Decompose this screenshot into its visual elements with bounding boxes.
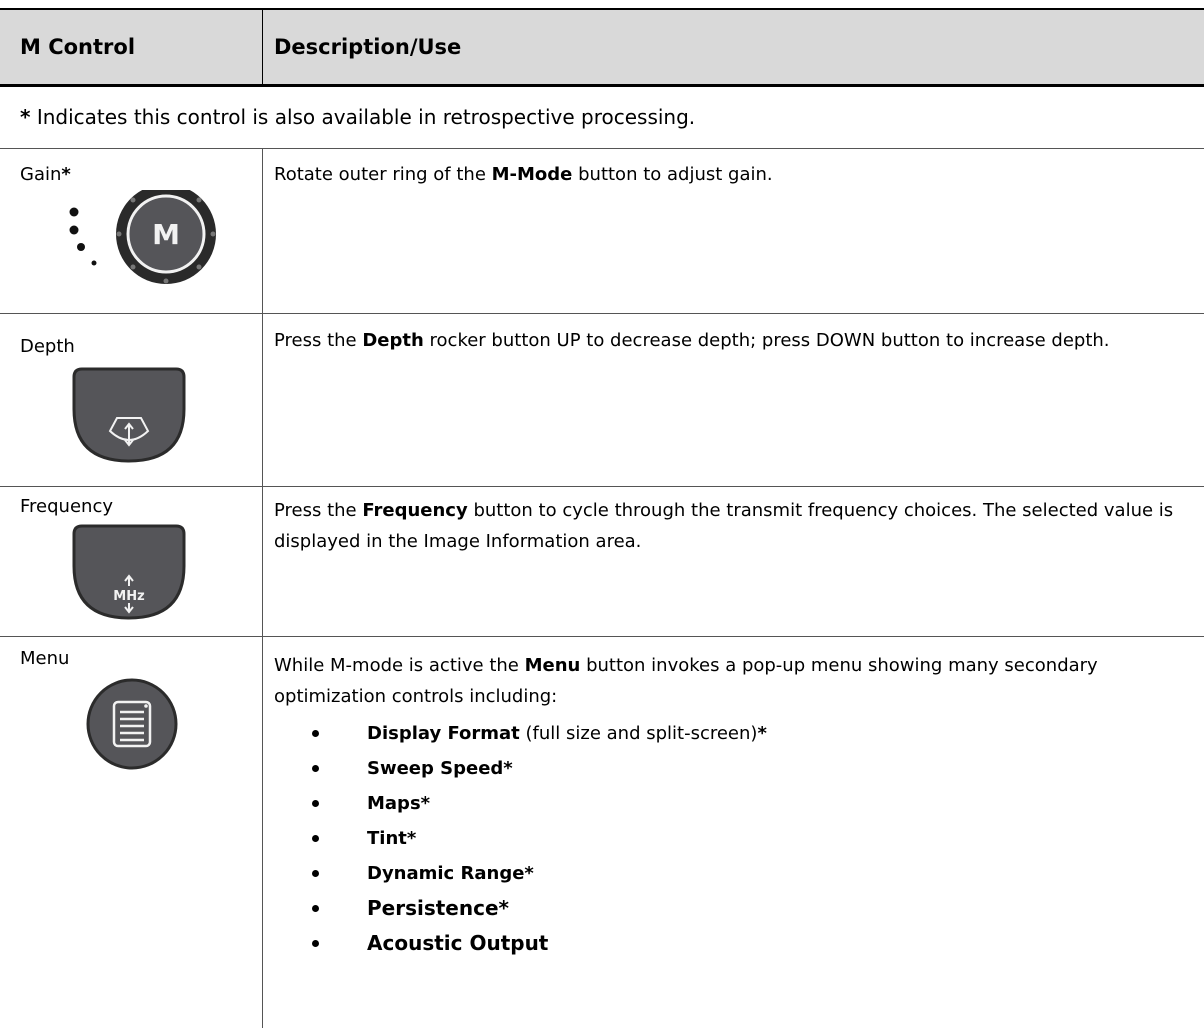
note-text: Indicates this control is also available…: [30, 105, 696, 129]
desc-text: Press the: [274, 500, 363, 521]
control-name-frequency: Frequency: [20, 496, 113, 517]
control-name-gain: Gain*: [20, 162, 71, 188]
depth-rocker-icon: [72, 367, 186, 463]
m-mode-knob-icon: M: [69, 190, 216, 284]
bullet-plain: (full size and split-screen): [519, 723, 758, 744]
desc-text: Rotate outer ring of the: [274, 164, 492, 185]
bullet-bold: Display Format: [367, 723, 520, 744]
desc-frequency: Press the Frequency button to cycle thro…: [274, 495, 1192, 557]
desc-text: While M-mode is active the: [274, 655, 525, 676]
desc-gain: Rotate outer ring of the M-Mode button t…: [274, 159, 1192, 190]
desc-depth: Press the Depth rocker button UP to decr…: [274, 325, 1192, 356]
gain-label: Gain: [20, 164, 62, 185]
table-note: * Indicates this control is also availab…: [20, 103, 695, 131]
list-item: Display Format (full size and split-scre…: [274, 716, 767, 751]
row-separator: [0, 313, 1204, 314]
column-divider: [262, 148, 263, 1028]
control-name-depth: Depth: [20, 336, 75, 357]
bullet-asterisk: *: [757, 723, 767, 744]
row-separator: [0, 636, 1204, 637]
list-item: Tint*: [274, 821, 767, 856]
frequency-button-icon: MHz: [72, 524, 186, 620]
desc-bold: Frequency: [362, 500, 468, 521]
desc-bold: M-Mode: [491, 164, 573, 185]
row-separator: [0, 486, 1204, 487]
desc-bold: Depth: [362, 330, 424, 351]
mhz-label: MHz: [113, 589, 144, 604]
list-item: Sweep Speed*: [274, 751, 767, 786]
table-header: [0, 10, 1204, 84]
header-divider: [262, 10, 263, 84]
gain-asterisk: *: [61, 164, 71, 185]
desc-text: rocker button UP to decrease depth; pres…: [423, 330, 1110, 351]
list-item: Dynamic Range*: [274, 856, 767, 891]
menu-options-list: Display Format (full size and split-scre…: [274, 716, 767, 961]
header-m-control: M Control: [20, 35, 136, 59]
desc-bold: Menu: [524, 655, 581, 676]
control-name-menu: Menu: [20, 648, 70, 669]
list-item: Maps*: [274, 786, 767, 821]
note-asterisk: *: [20, 105, 31, 129]
list-item: Persistence*: [274, 891, 767, 926]
desc-menu: While M-mode is active the Menu button i…: [274, 650, 1192, 712]
row-separator: [0, 148, 1204, 149]
header-bottom-rule: [0, 84, 1204, 87]
header-description: Description/Use: [274, 35, 462, 59]
desc-text: Press the: [274, 330, 363, 351]
list-item: Acoustic Output: [274, 926, 767, 961]
menu-button-icon: [86, 678, 178, 770]
desc-text: button to adjust gain.: [572, 164, 773, 185]
knob-letter: M: [152, 218, 180, 251]
